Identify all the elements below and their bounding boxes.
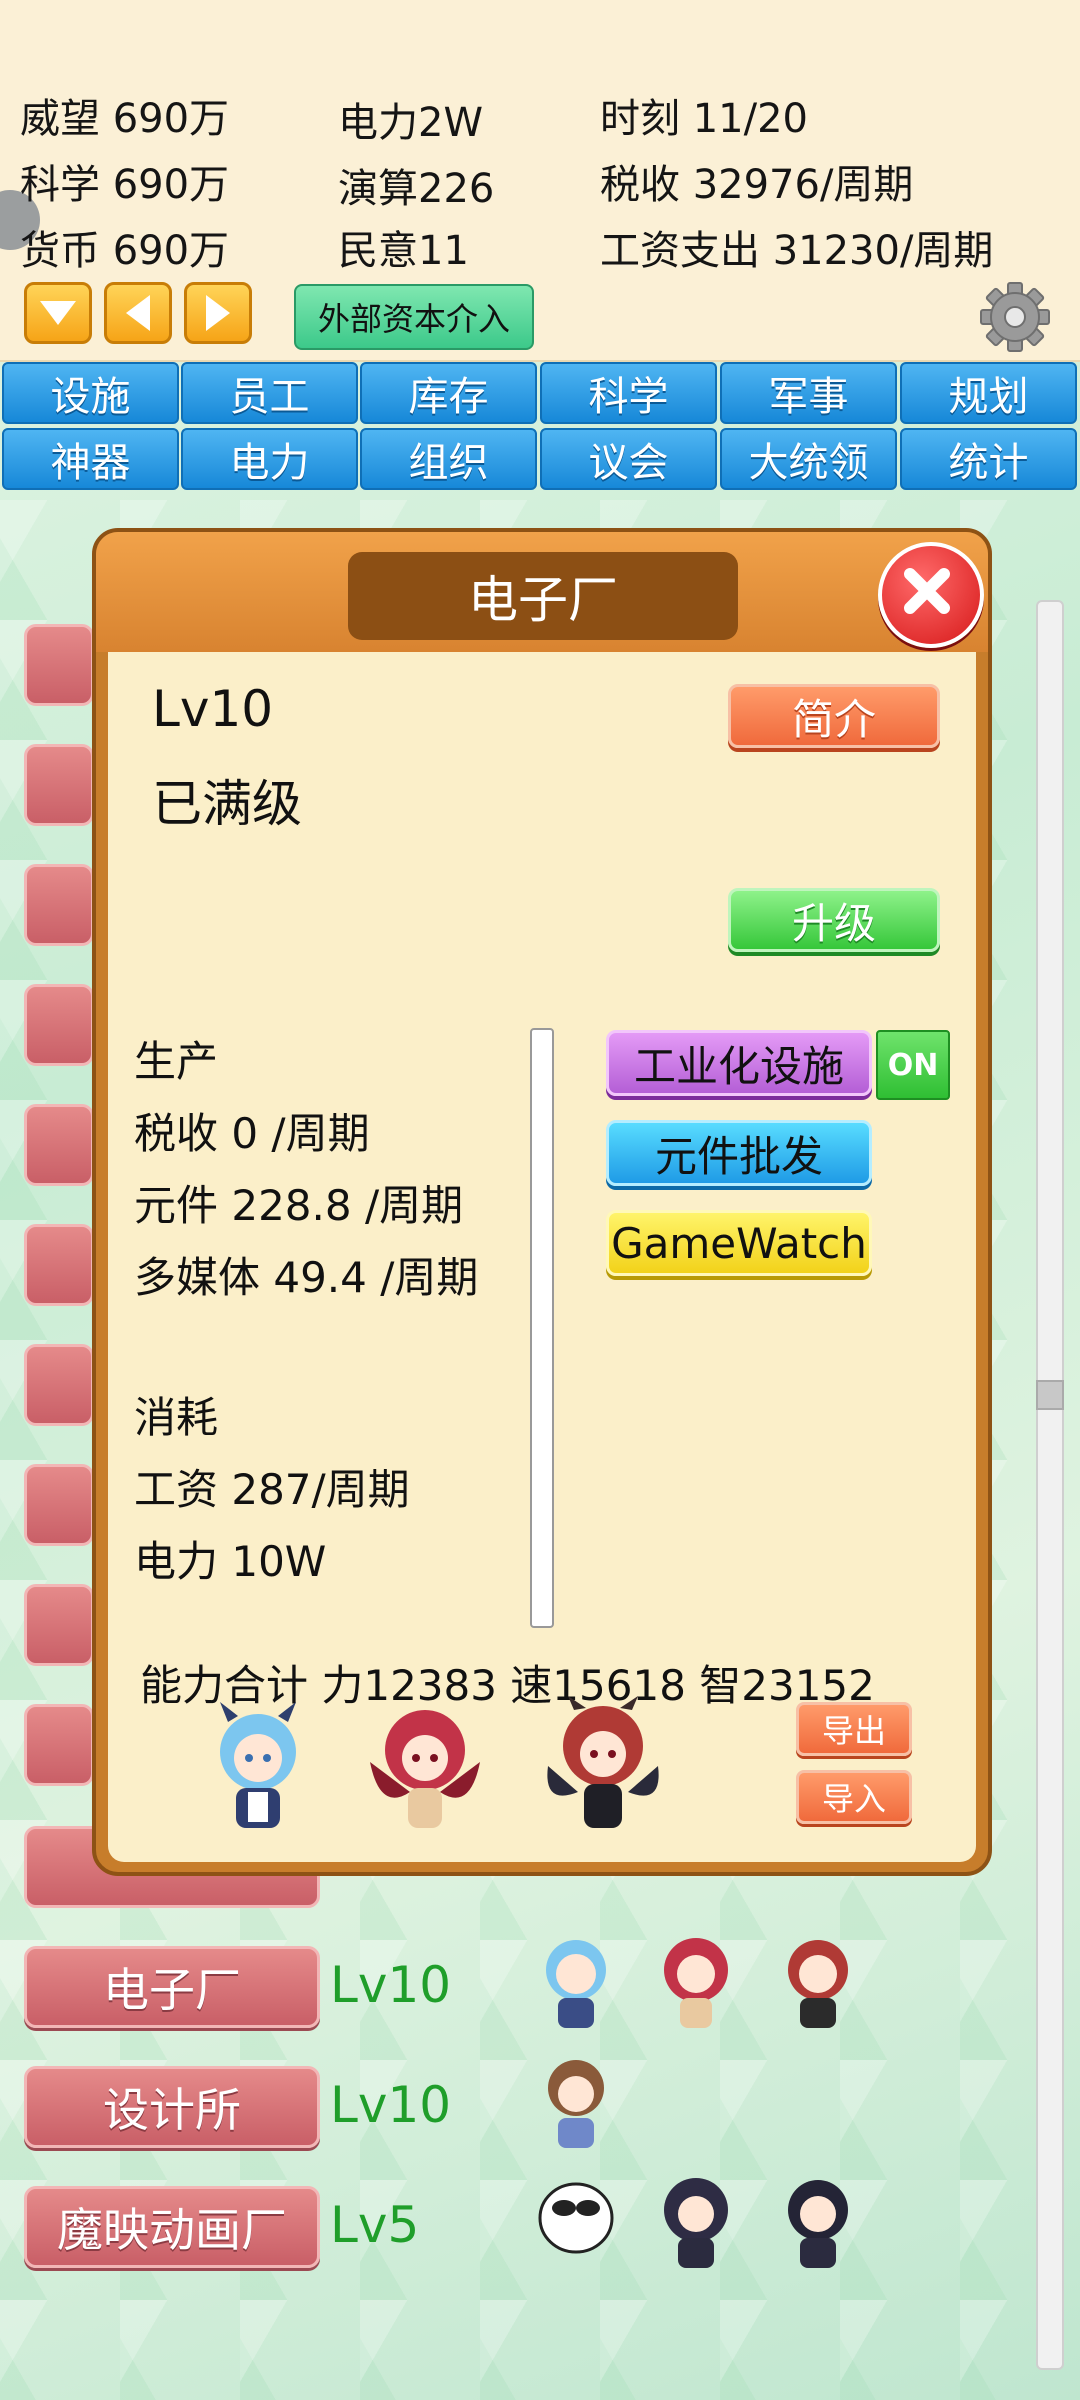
upgrade-button[interactable]: 升级	[728, 888, 940, 952]
arrow-left-button[interactable]	[104, 282, 172, 344]
facility-button[interactable]	[24, 624, 94, 706]
facility-button[interactable]	[24, 1104, 94, 1186]
stat-currency: 货币 690万	[20, 228, 230, 274]
tab-military[interactable]: 军事	[720, 362, 897, 424]
employee-portrait[interactable]	[528, 2048, 624, 2158]
assigned-employee-portrait[interactable]	[360, 1702, 490, 1842]
list-scrollbar[interactable]	[1036, 600, 1064, 2370]
employee-portrait[interactable]	[528, 2168, 624, 2278]
gamewatch-button[interactable]: GameWatch	[606, 1210, 872, 1276]
max-level-status: 已满级	[152, 775, 302, 833]
export-button[interactable]: 导出	[796, 1702, 912, 1756]
employee-portrait[interactable]	[648, 1928, 744, 2038]
facility-level: Lv5	[330, 2196, 420, 2254]
stat-time: 时刻 11/20	[600, 96, 808, 142]
tab-facilities[interactable]: 设施	[2, 362, 179, 424]
facility-button[interactable]	[24, 1344, 94, 1426]
arrow-right-icon	[206, 295, 230, 331]
facility-level: Lv10	[330, 2076, 452, 2134]
arrow-down-button[interactable]	[24, 282, 92, 344]
arrow-down-icon	[40, 301, 76, 325]
tab-statistics[interactable]: 统计	[900, 428, 1077, 490]
production-heading: 生产	[134, 1037, 219, 1086]
production-line: 元件 228.8 /周期	[134, 1181, 464, 1230]
assigned-employee-portrait[interactable]	[538, 1696, 668, 1842]
facility-button-animation[interactable]: 魔映动画厂	[24, 2186, 320, 2268]
stat-power: 电力2W	[338, 100, 483, 146]
production-line: 多媒体 49.4 /周期	[134, 1253, 479, 1302]
tab-organization[interactable]: 组织	[360, 428, 537, 490]
close-button[interactable]	[878, 542, 984, 648]
close-icon	[904, 568, 950, 614]
tab-planning[interactable]: 规划	[900, 362, 1077, 424]
industrial-facility-button[interactable]: 工业化设施	[606, 1030, 872, 1096]
arrow-right-button[interactable]	[184, 282, 252, 344]
employee-portrait[interactable]	[648, 2168, 744, 2278]
consumption-line: 工资 287/周期	[134, 1465, 410, 1514]
gear-icon[interactable]	[978, 280, 1052, 354]
dialog-title: 电子厂	[348, 552, 738, 640]
status-header: 威望 690万 科学 690万 货币 690万 电力2W 演算226 民意11 …	[0, 0, 1080, 362]
dialog-scrollbar[interactable]	[530, 1028, 554, 1628]
tab-parliament[interactable]: 议会	[540, 428, 717, 490]
employee-portrait[interactable]	[770, 1928, 866, 2038]
consumption-line: 电力 10W	[134, 1537, 327, 1586]
facility-button[interactable]	[24, 864, 94, 946]
facility-button[interactable]	[24, 1464, 94, 1546]
tab-power[interactable]: 电力	[181, 428, 358, 490]
facility-button[interactable]	[24, 1704, 94, 1786]
stat-wage-expense: 工资支出 31230/周期	[600, 228, 994, 274]
facility-button[interactable]	[24, 1224, 94, 1306]
tab-president[interactable]: 大统领	[720, 428, 897, 490]
employee-portrait[interactable]	[528, 1928, 624, 2038]
facility-level: Lv10	[330, 1956, 452, 2014]
tab-staff[interactable]: 员工	[181, 362, 358, 424]
facility-button[interactable]	[24, 984, 94, 1066]
arrow-left-icon	[126, 295, 150, 331]
stat-tax: 税收 32976/周期	[600, 162, 914, 208]
tab-artifacts[interactable]: 神器	[2, 428, 179, 490]
list-scrollbar-thumb[interactable]	[1036, 1380, 1064, 1410]
facility-button[interactable]	[24, 744, 94, 826]
stat-compute: 演算226	[338, 166, 495, 212]
consumption-heading: 消耗	[134, 1393, 219, 1442]
tab-inventory[interactable]: 库存	[360, 362, 537, 424]
facility-button-design[interactable]: 设计所	[24, 2066, 320, 2148]
employee-portrait[interactable]	[770, 2168, 866, 2278]
component-wholesale-button[interactable]: 元件批发	[606, 1120, 872, 1186]
import-button[interactable]: 导入	[796, 1770, 912, 1824]
facility-button[interactable]	[24, 1584, 94, 1666]
tab-science[interactable]: 科学	[540, 362, 717, 424]
facility-button-electronics[interactable]: 电子厂	[24, 1946, 320, 2028]
production-line: 税收 0 /周期	[134, 1109, 370, 1158]
stat-public-opinion: 民意11	[338, 228, 469, 274]
intro-button[interactable]: 简介	[728, 684, 940, 748]
stat-prestige: 威望 690万	[20, 96, 230, 142]
facility-level: Lv10	[152, 680, 274, 738]
external-capital-button[interactable]: 外部资本介入	[294, 284, 534, 350]
industrial-toggle[interactable]: ON	[876, 1030, 950, 1100]
assigned-employee-portrait[interactable]	[198, 1702, 318, 1842]
stat-science: 科学 690万	[20, 162, 230, 208]
